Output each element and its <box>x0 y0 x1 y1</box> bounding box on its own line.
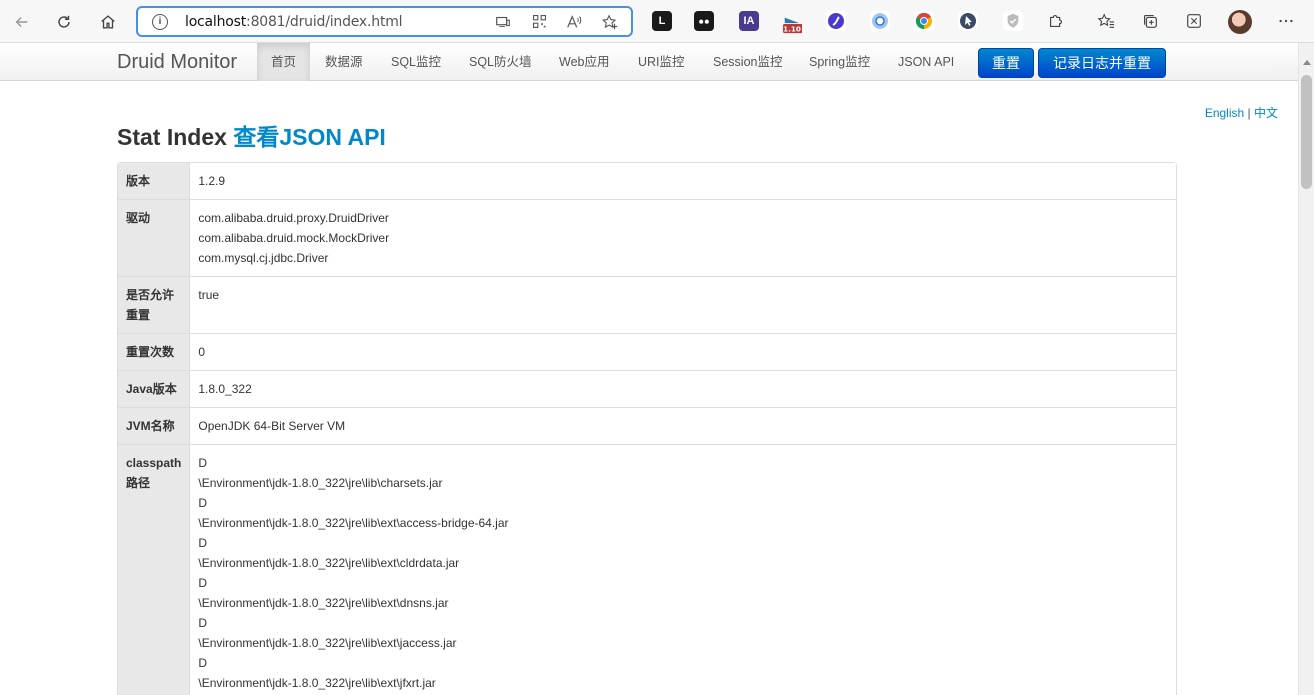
value-line: D <box>198 536 208 550</box>
nav-web-app[interactable]: Web应用 <box>545 43 623 81</box>
lang-chinese-link[interactable]: 中文 <box>1254 106 1278 120</box>
device-icon[interactable] <box>493 13 513 33</box>
value-line: \Environment\jdk-1.8.0_322\jre\lib\ext\c… <box>198 556 460 570</box>
shield-icon[interactable] <box>1003 11 1023 31</box>
favorite-add-icon[interactable] <box>600 13 620 33</box>
lang-separator: | <box>1247 106 1251 120</box>
page-title: Stat Index 查看JSON API <box>117 118 386 152</box>
language-switch: English | 中文 <box>1205 104 1278 121</box>
value-line: 1.8.0_322 <box>198 382 252 396</box>
value-line: D <box>198 656 208 670</box>
value-line: 1.2.9 <box>198 174 226 188</box>
nav-spring-monitor[interactable]: Spring监控 <box>795 43 884 81</box>
table-row: 重置次数 0 <box>118 333 1176 370</box>
row-value: 0 <box>190 333 1176 370</box>
log-and-reset-button[interactable]: 记录日志并重置 <box>1038 48 1166 78</box>
extension-icon[interactable] <box>694 11 714 31</box>
qr-code-icon[interactable] <box>529 13 549 33</box>
nav-session-monitor[interactable]: Session监控 <box>699 43 796 81</box>
value-line: 0 <box>198 345 206 359</box>
row-key: 版本 <box>118 163 191 199</box>
table-row: 版本 1.2.9 <box>118 163 1176 199</box>
extension-icon[interactable]: IA <box>739 11 759 31</box>
row-value: true <box>190 276 1176 333</box>
row-key: 是否允许重置 <box>118 276 191 333</box>
value-line: com.mysql.cj.jdbc.Driver <box>198 251 329 265</box>
nav-json-api[interactable]: JSON API <box>884 43 968 81</box>
home-icon[interactable] <box>94 8 122 36</box>
table-row: 驱动 com.alibaba.druid.proxy.DruidDriver com… <box>118 199 1176 276</box>
value-line: OpenJDK 64-Bit Server VM <box>198 419 346 433</box>
web-capture-icon[interactable] <box>1184 11 1204 31</box>
value-line: true <box>198 288 220 302</box>
extension-icon[interactable]: 1.10 <box>782 14 802 34</box>
row-key: classpath路径 <box>118 444 191 695</box>
row-key: 驱动 <box>118 199 191 276</box>
profile-avatar[interactable] <box>1228 10 1252 34</box>
extension-icon[interactable] <box>826 11 846 31</box>
row-key: Java版本 <box>118 370 191 407</box>
collections-icon[interactable] <box>1140 11 1160 31</box>
scroll-up-arrow-icon[interactable] <box>1303 60 1311 65</box>
table-row: JVM名称 OpenJDK 64-Bit Server VM <box>118 407 1176 444</box>
url-text[interactable]: localhost:8081/druid/index.html <box>185 14 403 30</box>
address-bar[interactable]: i localhost:8081/druid/index.html <box>136 6 633 37</box>
row-value: 1.2.9 <box>190 163 1176 199</box>
nav-uri-monitor[interactable]: URI监控 <box>624 43 699 81</box>
row-value: 1.8.0_322 <box>190 370 1176 407</box>
reset-button[interactable]: 重置 <box>978 48 1034 78</box>
extension-badge: 1.10 <box>783 24 801 33</box>
row-value: com.alibaba.druid.proxy.DruidDriver com.a… <box>190 199 1176 276</box>
nav-home[interactable]: 首页 <box>257 43 311 81</box>
row-value: OpenJDK 64-Bit Server VM <box>190 407 1176 444</box>
nav-sql-firewall[interactable]: SQL防火墙 <box>455 43 546 81</box>
vertical-scrollbar[interactable] <box>1298 43 1314 695</box>
scroll-thumb[interactable] <box>1301 75 1312 189</box>
value-line: D <box>198 496 208 510</box>
value-line: \Environment\jdk-1.8.0_322\jre\lib\ext\j… <box>198 676 436 690</box>
value-line: \Environment\jdk-1.8.0_322\jre\lib\ext\j… <box>198 636 457 650</box>
table-row: classpath路径 D \Environment\jdk-1.8.0_322\j… <box>118 444 1176 695</box>
nav-sql-monitor[interactable]: SQL监控 <box>377 43 455 81</box>
value-line: \Environment\jdk-1.8.0_322\jre\lib\ext\d… <box>198 596 449 610</box>
back-icon[interactable] <box>8 8 36 36</box>
value-line: com.alibaba.druid.proxy.DruidDriver <box>198 211 389 225</box>
row-key: 重置次数 <box>118 333 191 370</box>
value-line: D <box>198 616 208 630</box>
row-value: D \Environment\jdk-1.8.0_322\jre\lib\char… <box>190 444 1176 695</box>
read-aloud-icon[interactable] <box>564 13 584 33</box>
value-line: \Environment\jdk-1.8.0_322\jre\lib\ext\a… <box>198 516 509 530</box>
refresh-icon[interactable] <box>50 8 78 36</box>
extension-icon[interactable]: L <box>652 11 672 31</box>
more-options-icon[interactable] <box>1276 11 1296 31</box>
value-line: D <box>198 456 208 470</box>
table-row: 是否允许重置 true <box>118 276 1176 333</box>
extension-icon[interactable] <box>870 11 890 31</box>
extensions-puzzle-icon[interactable] <box>1046 11 1066 31</box>
value-line: com.alibaba.druid.mock.MockDriver <box>198 231 390 245</box>
json-api-link[interactable]: 查看JSON API <box>233 124 386 150</box>
row-key: JVM名称 <box>118 407 191 444</box>
nav-datasource[interactable]: 数据源 <box>311 43 377 81</box>
info-icon[interactable]: i <box>152 14 168 30</box>
stat-table: 版本 1.2.9 驱动 com.alibaba.druid.proxy.DruidDr… <box>117 162 1177 695</box>
extension-icon[interactable] <box>914 11 934 31</box>
druid-navbar: Druid Monitor 首页 数据源 SQL监控 SQL防火墙 Web应用 … <box>0 43 1298 81</box>
lang-english-link[interactable]: English <box>1205 106 1244 120</box>
value-line: D <box>198 576 208 590</box>
page-title-text: Stat Index <box>117 124 227 150</box>
extension-icon[interactable] <box>958 11 978 31</box>
brand-title[interactable]: Druid Monitor <box>117 51 237 74</box>
value-line: \Environment\jdk-1.8.0_322\jre\lib\chars… <box>198 476 443 490</box>
browser-toolbar: i localhost:8081/druid/index.html L IA 1… <box>0 0 1314 43</box>
favorites-icon[interactable] <box>1096 11 1116 31</box>
table-row: Java版本 1.8.0_322 <box>118 370 1176 407</box>
